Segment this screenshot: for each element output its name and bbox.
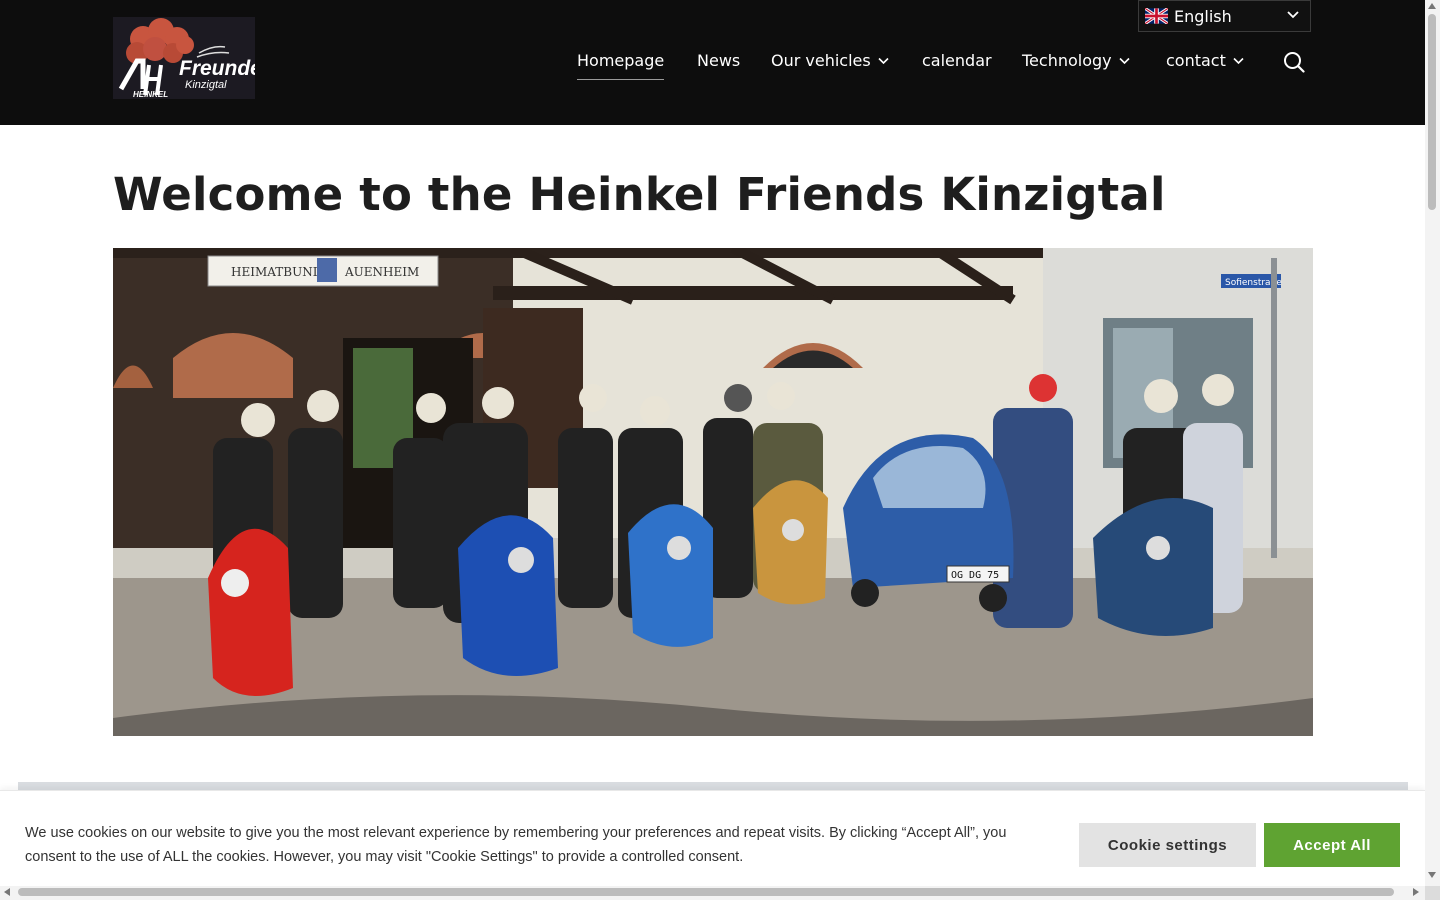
nav-label: contact — [1166, 51, 1226, 70]
group-photo: HEIMATBUND AUENHEIM Sofienstraße OG DG 7… — [113, 248, 1313, 736]
nav-label: News — [697, 51, 741, 70]
scroll-right-arrow-icon[interactable] — [1413, 888, 1419, 896]
svg-text:Freunde: Freunde — [179, 57, 255, 80]
search-icon — [1284, 52, 1305, 73]
svg-text:AUENHEIM: AUENHEIM — [344, 265, 419, 279]
nav-calendar[interactable]: calendar — [922, 50, 992, 72]
nav-label: calendar — [922, 51, 992, 70]
language-select[interactable]: English — [1138, 0, 1311, 32]
scrollbar-corner — [1425, 886, 1440, 900]
vertical-scrollbar[interactable] — [1425, 0, 1440, 886]
nav-contact[interactable]: contact — [1166, 50, 1244, 72]
scroll-left-arrow-icon[interactable] — [4, 888, 10, 896]
chevron-down-icon — [1233, 57, 1244, 65]
uk-flag-icon — [1145, 8, 1168, 24]
search-button[interactable] — [1283, 51, 1305, 73]
svg-text:OG DG 75: OG DG 75 — [951, 570, 999, 581]
svg-text:HEINKEL: HEINKEL — [133, 90, 168, 99]
scrollbar-thumb[interactable] — [1428, 14, 1436, 210]
site-header: Freunde Kinzigtal HEINKEL English Homepa… — [0, 0, 1425, 125]
svg-text:HEIMATBUND: HEIMATBUND — [231, 265, 322, 279]
nav-technology[interactable]: Technology — [1022, 50, 1130, 72]
scroll-down-arrow-icon[interactable] — [1428, 872, 1436, 878]
site-logo[interactable]: Freunde Kinzigtal HEINKEL — [113, 17, 255, 99]
nav-homepage[interactable]: Homepage — [577, 50, 665, 80]
cookie-banner: We use cookies on our website to give yo… — [0, 790, 1425, 886]
nav-label: Our vehicles — [771, 51, 871, 70]
chevron-down-icon — [1287, 11, 1299, 19]
nav-label: Homepage — [577, 51, 665, 70]
cookie-settings-button[interactable]: Cookie settings — [1079, 823, 1256, 867]
nav-label: Technology — [1022, 51, 1112, 70]
language-label: English — [1174, 6, 1232, 26]
scrollbar-thumb[interactable] — [18, 888, 1394, 896]
chevron-down-icon — [1119, 57, 1130, 65]
nav-news[interactable]: News — [697, 50, 740, 72]
scroll-up-arrow-icon[interactable] — [1428, 3, 1436, 9]
chevron-down-icon — [878, 57, 889, 65]
nav-our-vehicles[interactable]: Our vehicles — [771, 50, 889, 72]
accept-all-button[interactable]: Accept All — [1264, 823, 1400, 867]
cookie-text: We use cookies on our website to give yo… — [25, 825, 1007, 865]
horizontal-scrollbar[interactable] — [0, 886, 1425, 900]
hero-image: HEIMATBUND AUENHEIM Sofienstraße OG DG 7… — [113, 248, 1313, 736]
logo-graphic: Freunde Kinzigtal HEINKEL — [118, 18, 255, 99]
svg-text:Kinzigtal: Kinzigtal — [185, 79, 227, 91]
page-title: Welcome to the Heinkel Friends Kinzigtal — [113, 168, 1166, 221]
